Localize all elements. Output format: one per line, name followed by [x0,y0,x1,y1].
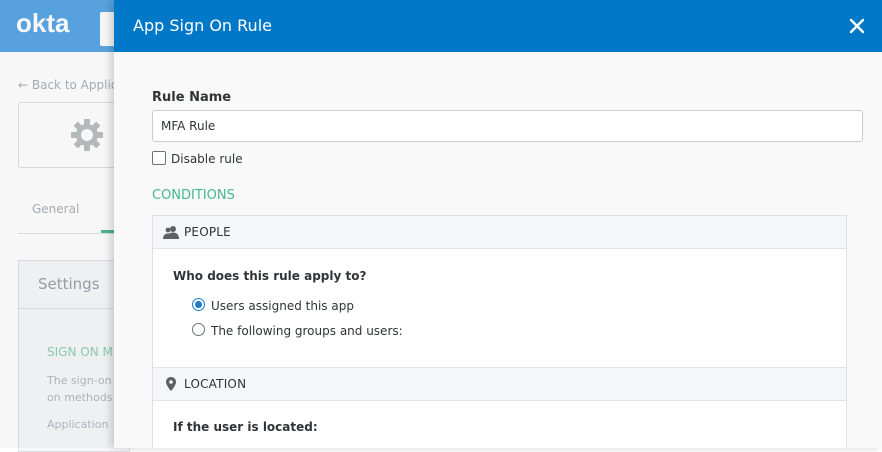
radio-users-assigned-label[interactable]: Users assigned this app [211,299,354,313]
location-section-title: LOCATION [184,377,247,391]
location-question: If the user is located: [173,420,318,434]
people-section-header: PEOPLE [153,216,846,249]
location-section-header: LOCATION [153,367,846,401]
rule-name-input[interactable] [152,110,863,142]
conditions-box: PEOPLE Who does this rule apply to? User… [152,215,847,448]
rule-name-label: Rule Name [152,90,232,105]
disable-rule-label[interactable]: Disable rule [171,152,243,166]
disable-rule-checkbox[interactable] [152,151,166,165]
people-icon [163,226,179,239]
background-dim-overlay [0,0,114,448]
panel-title: App Sign On Rule [133,16,272,35]
app-sign-on-rule-panel: App Sign On Rule Rule Name Disable rule … [114,0,882,448]
radio-groups-and-users[interactable] [192,323,205,336]
location-pin-icon [166,377,176,391]
radio-groups-and-users-label[interactable]: The following groups and users: [211,324,403,338]
people-section-title: PEOPLE [184,225,231,239]
conditions-heading: CONDITIONS [152,188,235,203]
radio-users-assigned[interactable] [192,298,205,311]
panel-header: App Sign On Rule [114,0,882,52]
people-question: Who does this rule apply to? [173,269,367,283]
close-icon[interactable] [846,15,868,37]
